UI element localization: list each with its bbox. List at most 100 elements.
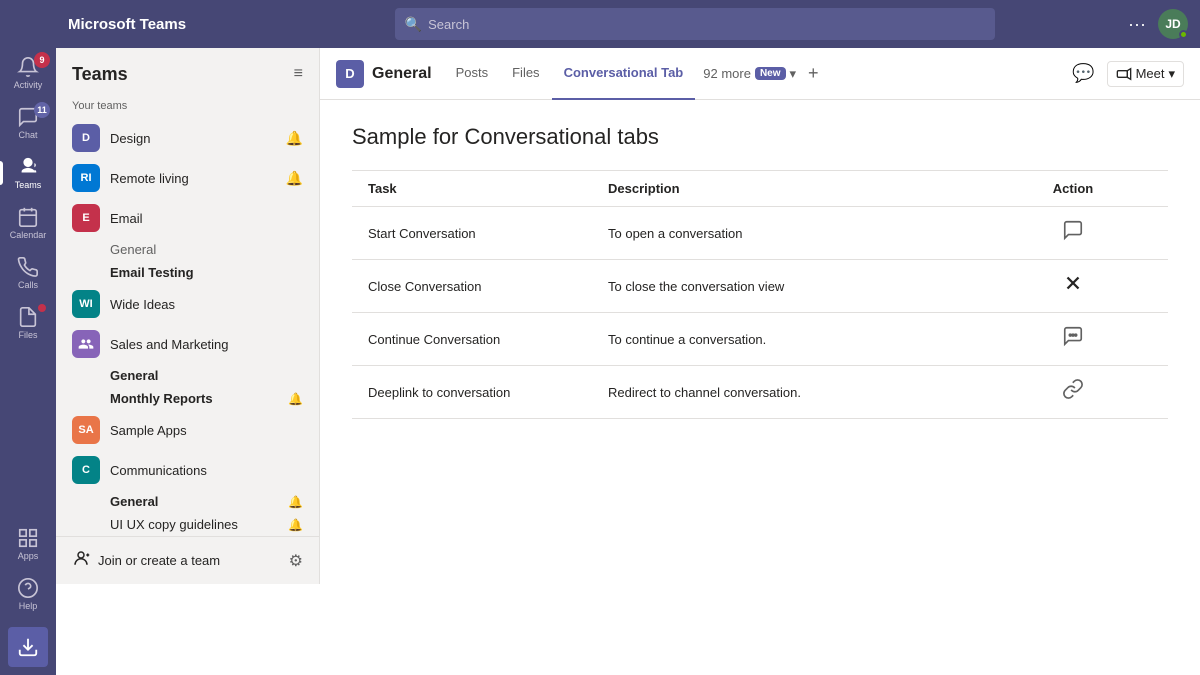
nav-chat[interactable]: 11 Chat	[0, 98, 56, 148]
sidebar-item-wide-ideas[interactable]: WI Wide Ideas ···	[56, 284, 319, 324]
desc-deeplink: Redirect to channel conversation.	[592, 366, 978, 419]
channel-sales-general[interactable]: General	[56, 364, 319, 387]
nav-apps-label: Apps	[18, 551, 39, 561]
sidebar-item-sales-marketing[interactable]: Sales and Marketing ···	[56, 324, 319, 364]
email-name: Email	[110, 211, 283, 226]
remote-living-name: Remote living	[110, 171, 266, 186]
channel-comms-general-name: General	[110, 494, 158, 509]
channel-monthly-reports[interactable]: Monthly Reports 🔔	[56, 387, 319, 410]
comms-name: Communications	[110, 463, 283, 478]
page-title: Sample for Conversational tabs	[352, 124, 1168, 150]
sample-apps-avatar: SA	[72, 416, 100, 444]
task-continue: Continue Conversation	[352, 313, 592, 366]
more-tabs-count: 92 more	[703, 66, 751, 81]
search-placeholder: Search	[428, 17, 469, 32]
tab-files[interactable]: Files	[500, 48, 551, 100]
col-description: Description	[592, 171, 978, 207]
channel-uiux[interactable]: UI UX copy guidelines 🔔	[56, 513, 319, 536]
app-title-bar: Microsoft Teams	[56, 0, 320, 48]
channel-comms-general[interactable]: General 🔔	[56, 490, 319, 513]
nav-teams-label: Teams	[15, 180, 42, 190]
channel-header-actions: 💬 Meet ▾	[1072, 61, 1184, 87]
more-tabs-chevron: ▾	[790, 66, 797, 82]
channel-name: General	[372, 65, 432, 83]
nav-calls-label: Calls	[18, 280, 38, 290]
meet-button[interactable]: Meet ▾	[1107, 61, 1184, 87]
table-row: Deeplink to conversation Redirect to cha…	[352, 366, 1168, 419]
task-deeplink: Deeplink to conversation	[352, 366, 592, 419]
nav-activity-label: Activity	[14, 80, 43, 90]
channel-email-general[interactable]: General	[56, 238, 319, 261]
col-task: Task	[352, 171, 592, 207]
join-icon	[72, 549, 90, 572]
uiux-bell[interactable]: 🔔	[288, 518, 303, 532]
nav-files[interactable]: Files	[0, 298, 56, 348]
main-content: 🔍 Search ··· JD D General Posts Files Co…	[320, 0, 1200, 675]
desc-continue: To continue a conversation.	[592, 313, 978, 366]
channel-team-icon: D	[336, 60, 364, 88]
app-title: Microsoft Teams	[68, 16, 186, 33]
action-deeplink[interactable]	[978, 366, 1168, 419]
remote-living-bell[interactable]: 🔔	[286, 170, 303, 187]
sidebar-item-email[interactable]: E Email ···	[56, 198, 319, 238]
email-avatar: E	[72, 204, 100, 232]
wide-ideas-name: Wide Ideas	[110, 297, 283, 312]
action-close[interactable]	[978, 260, 1168, 313]
search-box[interactable]: 🔍 Search	[395, 8, 995, 40]
nav-teams[interactable]: Teams	[0, 148, 56, 198]
more-tabs[interactable]: 92 more New ▾	[695, 66, 804, 82]
remote-living-avatar: RI	[72, 164, 100, 192]
action-start[interactable]	[978, 207, 1168, 260]
sidebar-item-sample-apps[interactable]: SA Sample Apps ···	[56, 410, 319, 450]
desc-close: To close the conversation view	[592, 260, 978, 313]
user-avatar[interactable]: JD	[1158, 9, 1188, 39]
settings-icon[interactable]: ⚙	[289, 551, 303, 571]
channel-monthly-reports-name: Monthly Reports	[110, 391, 213, 406]
task-start: Start Conversation	[352, 207, 592, 260]
new-badge: New	[755, 67, 786, 80]
add-tab-button[interactable]: +	[808, 63, 819, 84]
meet-label: Meet	[1136, 66, 1165, 81]
nav-activity[interactable]: 9 Activity	[0, 48, 56, 98]
nav-help[interactable]: Help	[0, 569, 56, 619]
your-teams-label: Your teams	[56, 96, 319, 118]
sidebar-item-communications[interactable]: C Communications ···	[56, 450, 319, 490]
action-continue[interactable]	[978, 313, 1168, 366]
design-bell[interactable]: 🔔	[286, 130, 303, 147]
sales-name: Sales and Marketing	[110, 337, 283, 352]
sample-apps-name: Sample Apps	[110, 423, 283, 438]
tab-conversational[interactable]: Conversational Tab	[552, 48, 696, 100]
nav-help-label: Help	[19, 601, 38, 611]
top-ellipsis[interactable]: ···	[1128, 14, 1146, 35]
task-close: Close Conversation	[352, 260, 592, 313]
comms-avatar: C	[72, 456, 100, 484]
channel-email-testing-name: Email Testing	[110, 265, 194, 280]
sidebar-item-remote-living[interactable]: RI Remote living ··· 🔔	[56, 158, 319, 198]
top-bar-right: ··· JD	[1128, 9, 1188, 39]
table-row: Start Conversation To open a conversatio…	[352, 207, 1168, 260]
table-header-row: Task Description Action	[352, 171, 1168, 207]
chat-action[interactable]: 💬	[1072, 63, 1094, 84]
sidebar-header: Teams ≡	[56, 48, 319, 96]
avatar-status	[1179, 30, 1188, 39]
nav-download[interactable]	[8, 627, 48, 667]
desc-start: To open a conversation	[592, 207, 978, 260]
table-row: Continue Conversation To continue a conv…	[352, 313, 1168, 366]
activity-badge: 9	[34, 52, 50, 68]
sidebar-item-design[interactable]: D Design ··· 🔔	[56, 118, 319, 158]
join-create-team[interactable]: Join or create a team ⚙	[56, 536, 319, 584]
nav-calls[interactable]: Calls	[0, 248, 56, 298]
design-avatar: D	[72, 124, 100, 152]
monthly-reports-bell[interactable]: 🔔	[288, 392, 303, 406]
nav-calendar-label: Calendar	[10, 230, 47, 240]
nav-apps[interactable]: Apps	[0, 519, 56, 569]
tab-posts[interactable]: Posts	[444, 48, 501, 100]
comms-general-bell[interactable]: 🔔	[288, 495, 303, 509]
channel-email-testing[interactable]: Email Testing	[56, 261, 319, 284]
channel-uiux-name: UI UX copy guidelines	[110, 517, 238, 532]
nav-calendar[interactable]: Calendar	[0, 198, 56, 248]
col-action: Action	[978, 171, 1168, 207]
nav-files-label: Files	[18, 330, 37, 340]
filter-icon[interactable]: ≡	[294, 65, 303, 83]
sidebar-title: Teams	[72, 64, 128, 85]
